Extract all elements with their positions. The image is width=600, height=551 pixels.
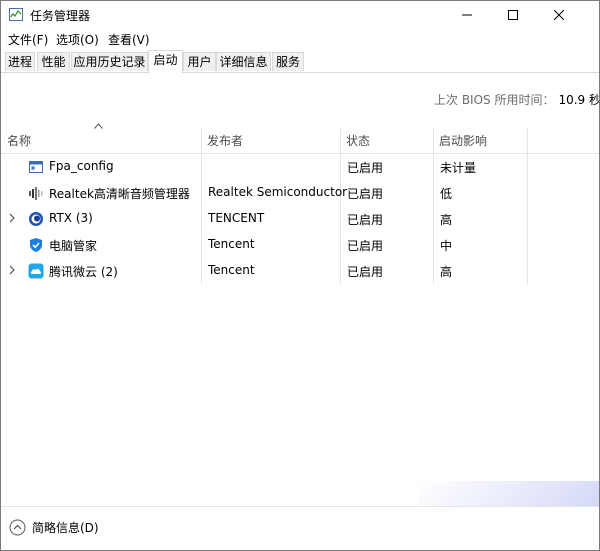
- row-status: 已启用: [347, 239, 384, 253]
- column-header-startup-impact[interactable]: 启动影响: [433, 129, 527, 153]
- row-name: 电脑管家: [49, 239, 98, 253]
- row-impact: 中: [440, 239, 453, 253]
- row-impact: 低: [440, 187, 453, 201]
- row-impact: 高: [440, 213, 453, 227]
- column-header-publisher[interactable]: 发布者: [201, 129, 340, 153]
- row-publisher: TENCENT: [208, 211, 265, 225]
- rtx-icon: [29, 212, 43, 226]
- row-name: RTX (3): [49, 211, 93, 225]
- menu-view[interactable]: 查看(V): [108, 31, 150, 48]
- footer-bar: 简略信息(D): [1, 506, 599, 550]
- chevron-right-icon[interactable]: [8, 213, 16, 223]
- fewer-details-label: 简略信息(D): [32, 521, 99, 535]
- row-impact: 未计量: [440, 161, 477, 175]
- row-status: 已启用: [347, 187, 384, 201]
- app-window-icon: [29, 161, 43, 173]
- tab-app-history[interactable]: 应用历史记录: [71, 52, 148, 71]
- tab-performance[interactable]: 性能: [37, 52, 70, 71]
- table-row[interactable]: Realtek高清晰音频管理器 Realtek Semiconductor 已启…: [1, 180, 599, 206]
- column-headers: 名称 发布者 状态 启动影响: [1, 129, 599, 154]
- column-header-status[interactable]: 状态: [340, 129, 433, 153]
- tab-startup[interactable]: 启动: [148, 50, 183, 73]
- row-name: Realtek高清晰音频管理器: [49, 187, 190, 201]
- shield-icon: [30, 238, 42, 252]
- menu-file[interactable]: 文件(F): [8, 31, 48, 48]
- row-status: 已启用: [347, 213, 384, 227]
- row-publisher: Tencent: [208, 263, 255, 277]
- chevron-right-icon[interactable]: [8, 265, 16, 275]
- table-row[interactable]: Fpa_config 已启用 未计量: [1, 154, 599, 180]
- bios-time: 上次 BIOS 所用时间： 10.9 秒: [434, 91, 600, 108]
- task-manager-window: 任务管理器 文件(F) 选项(O) 查看(V) 进程 性能 应用历史记录 启动 …: [0, 0, 600, 551]
- tab-bar: 进程 性能 应用历史记录 启动 用户 详细信息 服务: [1, 49, 599, 73]
- row-publisher: Realtek Semiconductor: [208, 185, 348, 199]
- window-title: 任务管理器: [30, 9, 91, 23]
- minimize-icon: [462, 14, 472, 16]
- tab-processes[interactable]: 进程: [5, 52, 35, 71]
- chevron-up-circle-icon: [9, 519, 26, 536]
- fewer-details-button[interactable]: 简略信息(D): [9, 519, 99, 536]
- bios-time-label: 上次 BIOS 所用时间：: [434, 93, 555, 107]
- task-manager-icon: [9, 8, 23, 21]
- title-bar[interactable]: 任务管理器: [1, 1, 599, 29]
- table-row[interactable]: RTX (3) TENCENT 已启用 高: [1, 206, 599, 232]
- speaker-icon: [29, 187, 43, 200]
- row-publisher: Tencent: [208, 237, 255, 251]
- row-name: Fpa_config: [49, 159, 114, 173]
- menu-options[interactable]: 选项(O): [56, 31, 99, 48]
- column-divider[interactable]: [527, 129, 528, 153]
- row-impact: 高: [440, 265, 453, 279]
- row-name: 腾讯微云 (2): [49, 265, 118, 279]
- tab-services[interactable]: 服务: [272, 52, 304, 71]
- table-row[interactable]: 电脑管家 Tencent 已启用 中: [1, 232, 599, 258]
- maximize-icon: [508, 10, 518, 20]
- minimize-button[interactable]: [444, 1, 490, 29]
- close-button[interactable]: [536, 1, 582, 29]
- row-status: 已启用: [347, 265, 384, 279]
- table-row[interactable]: 腾讯微云 (2) Tencent 已启用 高: [1, 258, 599, 284]
- tab-details[interactable]: 详细信息: [216, 52, 271, 71]
- row-status: 已启用: [347, 161, 384, 175]
- column-header-name[interactable]: 名称: [1, 129, 201, 153]
- menu-bar: 文件(F) 选项(O) 查看(V): [1, 29, 599, 48]
- maximize-button[interactable]: [490, 1, 536, 29]
- cloud-icon: [28, 263, 44, 279]
- tab-users[interactable]: 用户: [183, 52, 216, 71]
- close-icon: [554, 10, 564, 20]
- bios-time-value: 10.9 秒: [558, 93, 600, 107]
